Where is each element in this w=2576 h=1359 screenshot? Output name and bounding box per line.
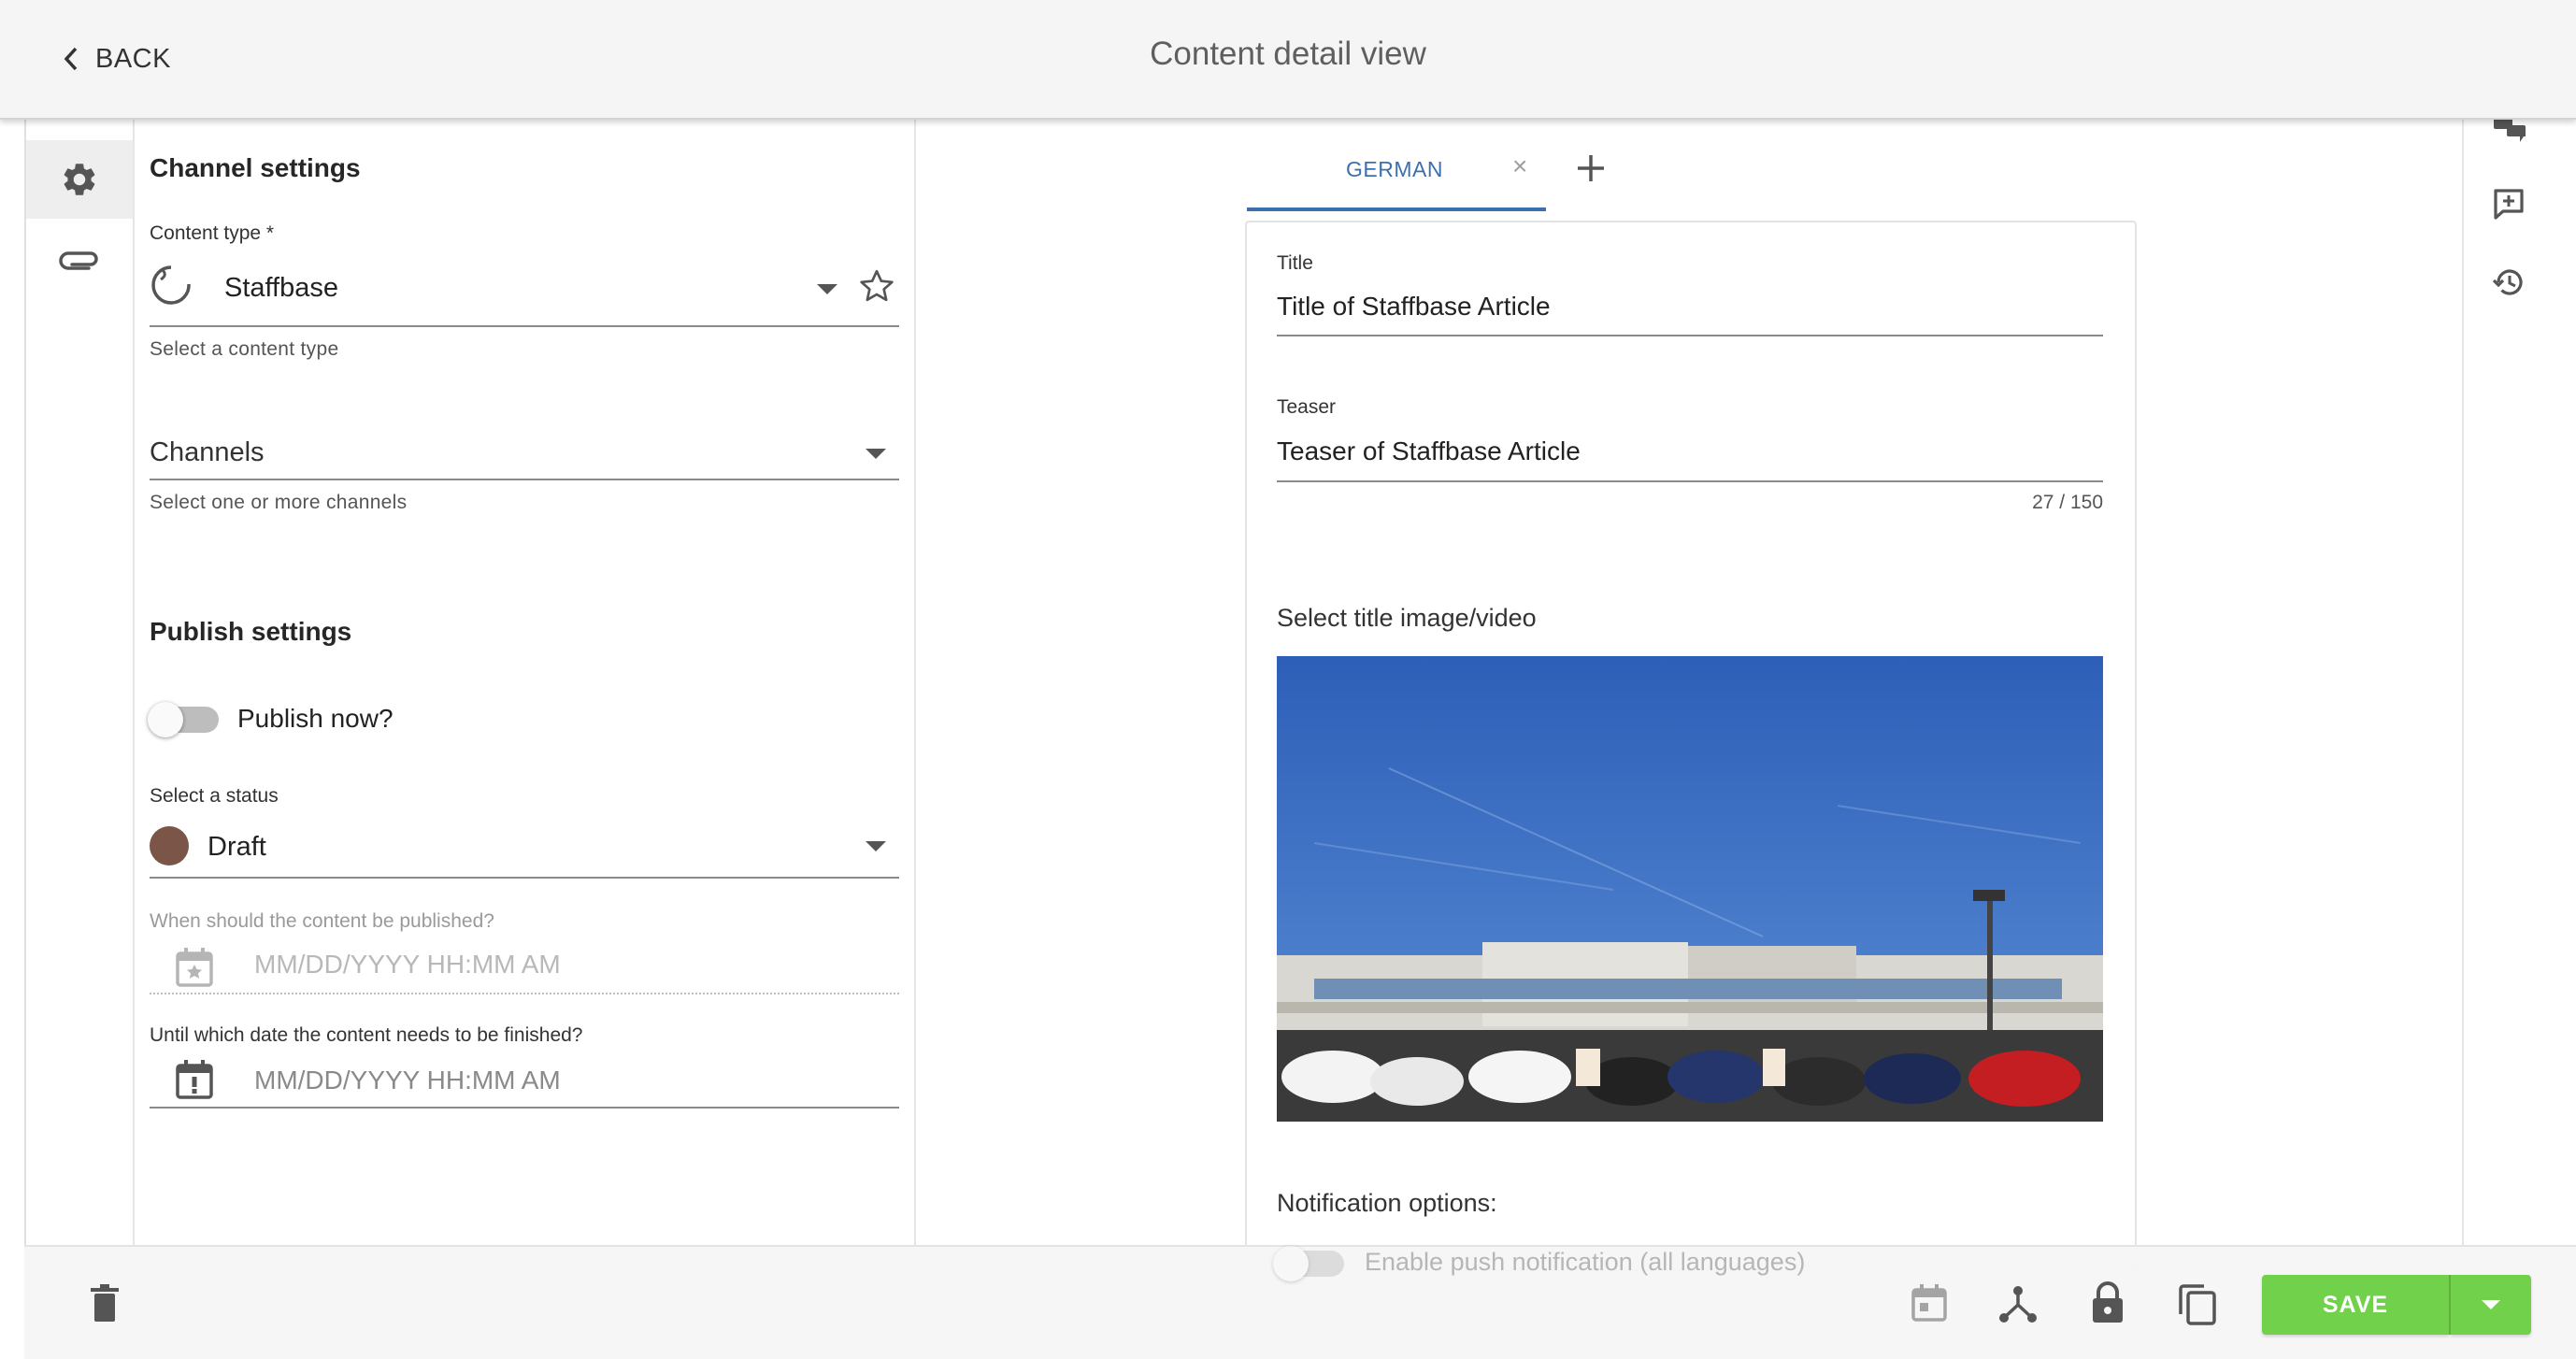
publish-date-underline	[150, 993, 899, 994]
star-icon[interactable]	[858, 267, 895, 305]
history-icon[interactable]	[2492, 265, 2526, 299]
finish-date-underline	[150, 1107, 899, 1109]
status-value: Draft	[208, 832, 266, 862]
language-tab-label: GERMAN	[1346, 157, 1443, 181]
image-section-label: Select title image/video	[1277, 604, 1537, 632]
teaser-input[interactable]: Teaser of Staffbase Article	[1277, 436, 1581, 466]
toggle-knob	[1273, 1246, 1309, 1281]
trash-icon[interactable]	[86, 1284, 123, 1323]
gear-icon	[60, 160, 99, 199]
paperclip-icon	[59, 246, 100, 272]
status-underline	[150, 877, 899, 879]
status-label: Select a status	[150, 785, 279, 807]
publish-now-label: Publish now?	[237, 704, 394, 733]
split-divider	[2449, 1275, 2451, 1335]
tab-german[interactable]: GERMAN ×	[1247, 140, 1546, 209]
lock-icon[interactable]	[2090, 1280, 2125, 1323]
status-color-dot	[150, 826, 189, 865]
title-image[interactable]	[1277, 656, 2103, 1122]
content-type-label: Content type *	[150, 222, 275, 244]
title-label: Title	[1277, 252, 1313, 274]
dropdown-arrow-icon	[817, 284, 837, 294]
title-input[interactable]: Title of Staffbase Article	[1277, 292, 1551, 322]
settings-tab[interactable]	[26, 140, 133, 219]
content-type-underline	[150, 325, 899, 327]
teaser-underline	[1277, 480, 2103, 482]
finish-date-label: Until which date the content needs to be…	[150, 1024, 583, 1046]
publish-date-input[interactable]: MM/DD/YYYY HH:MM AM	[254, 950, 561, 980]
add-language-icon[interactable]	[1574, 151, 1608, 185]
push-notification-toggle[interactable]	[1273, 1245, 1348, 1282]
channels-placeholder: Channels	[150, 437, 265, 467]
publish-settings-heading: Publish settings	[150, 617, 352, 646]
toggle-knob	[148, 702, 183, 737]
dropdown-arrow-icon	[866, 449, 886, 459]
calendar-icon[interactable]	[1911, 1284, 1948, 1323]
teaser-counter: 27 / 150	[2032, 492, 2103, 513]
attachments-tab[interactable]	[26, 224, 133, 293]
notification-options-label: Notification options:	[1277, 1189, 1497, 1217]
channel-settings-heading: Channel settings	[150, 153, 361, 182]
copy-icon[interactable]	[2178, 1284, 2217, 1325]
page-title: Content detail view	[1150, 36, 1426, 72]
comments-icon[interactable]	[2492, 118, 2527, 144]
publish-date-label: When should the content be published?	[150, 910, 494, 932]
content-type-value: Staffbase	[224, 273, 339, 303]
push-notification-label: Enable push notification (all languages)	[1365, 1248, 1806, 1276]
content-type-hint: Select a content type	[150, 338, 339, 360]
hierarchy-icon[interactable]	[1998, 1284, 2038, 1323]
caret-down-icon	[2480, 1298, 2502, 1311]
publish-now-toggle[interactable]	[148, 701, 222, 738]
dropdown-arrow-icon	[866, 841, 886, 851]
channels-underline	[150, 479, 899, 480]
teaser-label: Teaser	[1277, 396, 1337, 418]
close-icon[interactable]: ×	[1512, 151, 1527, 181]
calendar-star-icon	[174, 946, 215, 989]
title-underline	[1277, 335, 2103, 336]
save-options-button[interactable]	[2451, 1275, 2531, 1335]
calendar-alert-icon[interactable]	[174, 1058, 215, 1101]
active-tab-indicator	[1247, 207, 1546, 211]
add-comment-icon[interactable]	[2492, 187, 2526, 221]
channels-hint: Select one or more channels	[150, 492, 408, 513]
save-button[interactable]: SAVE	[2262, 1275, 2449, 1335]
right-rail-divider	[2462, 120, 2464, 1245]
finish-date-input[interactable]: MM/DD/YYYY HH:MM AM	[254, 1066, 561, 1095]
